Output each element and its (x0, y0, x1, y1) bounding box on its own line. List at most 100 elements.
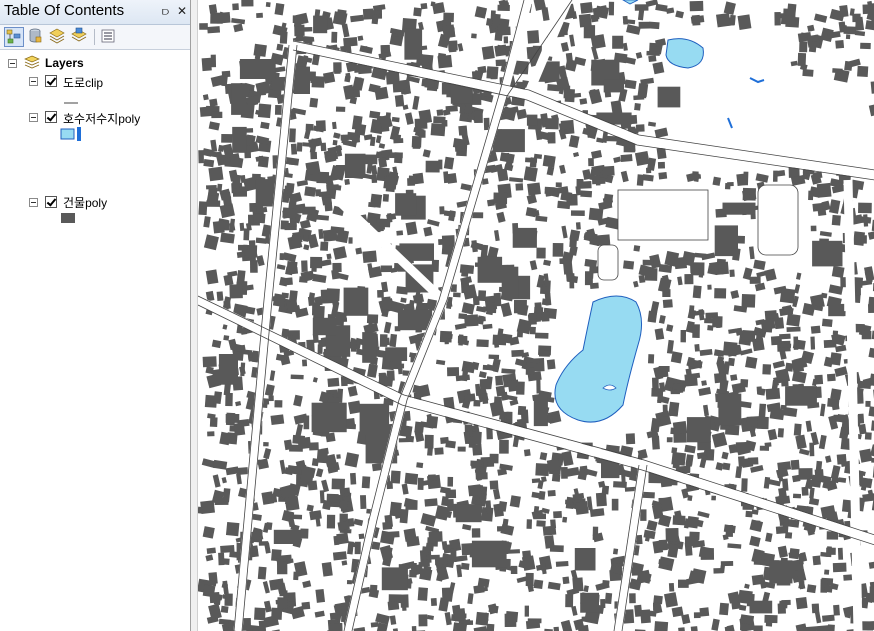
list-by-selection-icon[interactable] (70, 27, 90, 47)
building (712, 315, 723, 328)
building (745, 510, 753, 518)
layer-label-building[interactable]: 건물poly (63, 194, 107, 211)
building (859, 448, 873, 463)
building (837, 477, 847, 483)
building (687, 495, 693, 502)
building (380, 265, 393, 273)
building-large (232, 126, 247, 153)
layer-label-water[interactable]: 호수저수지poly (63, 110, 140, 127)
building (672, 383, 681, 391)
list-by-visibility-icon[interactable] (48, 27, 68, 47)
building (290, 235, 302, 248)
building (225, 522, 240, 537)
building (833, 604, 840, 616)
building (662, 404, 668, 417)
building (758, 403, 767, 418)
building (490, 68, 497, 80)
building (769, 408, 785, 421)
building (350, 472, 357, 485)
building (505, 611, 519, 623)
layer-visibility-checkbox[interactable] (45, 111, 57, 123)
layers-root-label[interactable]: Layers (45, 56, 84, 70)
building (672, 515, 686, 526)
building (749, 193, 757, 200)
building (470, 460, 482, 467)
building (442, 24, 456, 39)
building (831, 214, 841, 226)
building (325, 432, 336, 443)
building (684, 273, 694, 285)
building (856, 17, 863, 25)
building (868, 303, 874, 313)
layer-visibility-checkbox[interactable] (45, 196, 57, 208)
list-by-drawing-order-icon[interactable] (4, 27, 24, 47)
collapse-icon[interactable] (29, 113, 38, 122)
building (520, 409, 529, 424)
building (481, 393, 489, 404)
map-view[interactable] (197, 0, 874, 631)
building (201, 57, 212, 72)
building (471, 33, 477, 39)
building (389, 501, 402, 517)
building (305, 160, 321, 176)
building (412, 140, 421, 149)
building (352, 542, 358, 548)
building (826, 373, 836, 382)
building (810, 325, 821, 334)
building (323, 71, 336, 84)
collapse-icon[interactable] (29, 198, 38, 207)
building (827, 624, 835, 631)
building (799, 41, 808, 53)
building (690, 626, 699, 631)
layer-visibility-checkbox[interactable] (45, 75, 57, 87)
building (205, 184, 217, 190)
building (284, 495, 300, 512)
pin-icon[interactable]: ⫐ (162, 4, 169, 18)
building (335, 106, 346, 112)
building (424, 498, 438, 507)
building (332, 139, 338, 146)
building (821, 318, 833, 328)
building (648, 42, 657, 56)
building (526, 114, 538, 126)
building (791, 358, 805, 373)
building-large (381, 567, 408, 591)
building (320, 241, 329, 251)
building (223, 335, 230, 341)
building (488, 354, 500, 360)
building (765, 387, 781, 400)
building (222, 594, 230, 600)
building (286, 300, 299, 313)
building (634, 4, 649, 11)
building (400, 297, 407, 303)
building (350, 339, 357, 352)
building (764, 614, 778, 624)
building (588, 207, 604, 221)
building (737, 14, 752, 30)
building (383, 176, 398, 190)
collapse-icon[interactable] (29, 77, 38, 86)
options-icon[interactable] (99, 27, 119, 47)
building (810, 336, 816, 350)
building (590, 14, 599, 23)
close-icon[interactable]: ✕ (177, 4, 187, 18)
building-large (718, 393, 742, 426)
building (381, 149, 393, 158)
building-large (714, 225, 738, 257)
layer-label-road[interactable]: 도로clip (63, 74, 103, 91)
building-large (512, 227, 537, 248)
building (341, 560, 348, 566)
collapse-icon[interactable] (8, 59, 17, 68)
building (343, 36, 358, 47)
building (198, 201, 208, 216)
building (711, 495, 716, 501)
building (544, 186, 554, 195)
building (779, 288, 796, 304)
map-canvas[interactable] (198, 0, 874, 631)
building (443, 156, 455, 170)
building (861, 330, 872, 340)
building (265, 2, 271, 8)
list-by-source-icon[interactable] (26, 27, 46, 47)
building (662, 299, 673, 308)
building (565, 52, 573, 63)
